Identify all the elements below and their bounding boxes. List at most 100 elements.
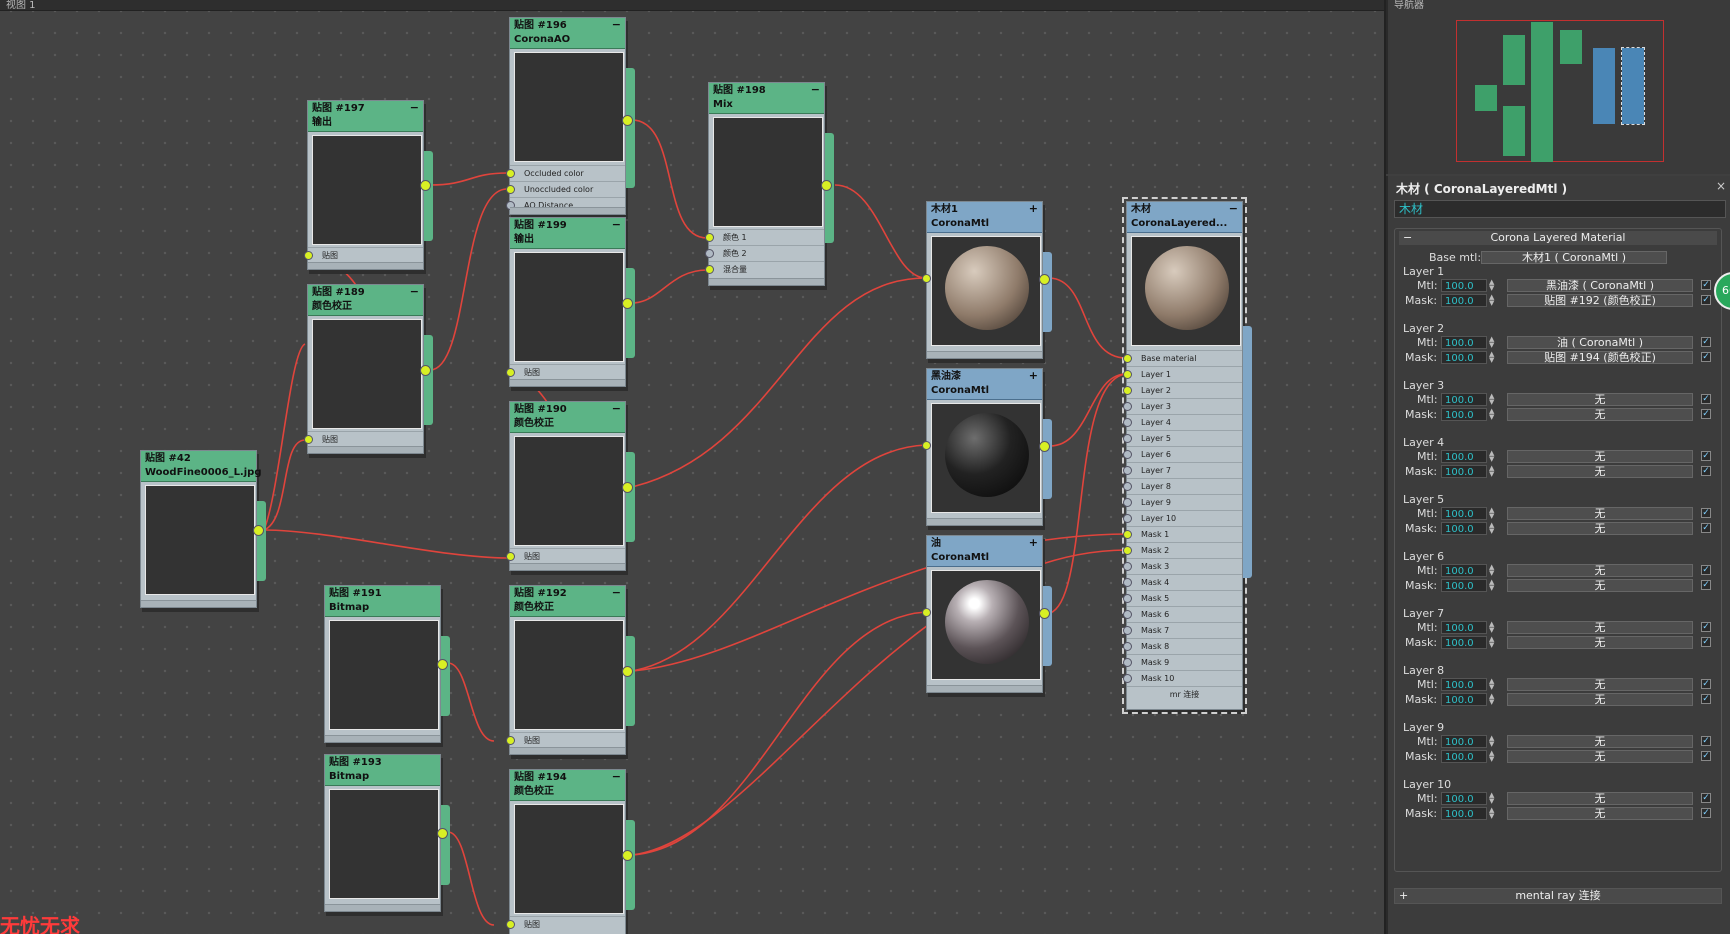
spinner-arrows[interactable]: ▲ ▼: [1489, 807, 1497, 820]
input-slot-layer[interactable]: Layer 9: [1123, 494, 1242, 510]
output-socket[interactable]: [622, 298, 633, 309]
layer-mtl-amount[interactable]: 100.0: [1441, 678, 1487, 691]
collapse-button[interactable]: −: [612, 218, 621, 232]
spinner-arrows[interactable]: ▲ ▼: [1489, 393, 1497, 406]
node-header[interactable]: 贴图 #194 颜色校正 −: [510, 770, 625, 801]
layer-mtl-checkbox[interactable]: ✓: [1701, 793, 1711, 803]
layer-mask-button[interactable]: 无: [1507, 807, 1693, 820]
layer-mtl-button[interactable]: 无: [1507, 678, 1693, 691]
node-header[interactable]: 贴图 #189 颜色校正 −: [308, 285, 423, 316]
layer-mtl-checkbox[interactable]: ✓: [1701, 508, 1711, 518]
output-socket[interactable]: [622, 115, 633, 126]
layer-mask-amount[interactable]: 100.0: [1441, 693, 1487, 706]
layer-mask-checkbox[interactable]: ✓: [1701, 523, 1711, 533]
input-slot[interactable]: 贴图: [506, 916, 625, 932]
spinner-arrows[interactable]: ▲ ▼: [1489, 522, 1497, 535]
output-socket[interactable]: [253, 525, 264, 536]
node-header[interactable]: 黑油漆 CoronaMtl +: [927, 369, 1042, 400]
input-slot[interactable]: 颜色 1: [705, 229, 824, 245]
spinner-arrows[interactable]: ▲ ▼: [1489, 735, 1497, 748]
input-slot-mask[interactable]: Mask 3: [1123, 558, 1242, 574]
layer-mask-button[interactable]: 无: [1507, 522, 1693, 535]
input-slot-layer[interactable]: Layer 10: [1123, 510, 1242, 526]
spinner-arrows[interactable]: ▲ ▼: [1489, 351, 1497, 364]
layered-material-node[interactable]: 木材 CoronaLayered... − Base material Layer …: [1122, 197, 1252, 714]
node-header[interactable]: 贴图 #193 Bitmap: [325, 755, 440, 786]
layer-mask-checkbox[interactable]: ✓: [1701, 808, 1711, 818]
layer-mask-button[interactable]: 无: [1507, 408, 1693, 421]
input-slot-mask[interactable]: Mask 5: [1123, 590, 1242, 606]
spinner-arrows[interactable]: ▲ ▼: [1489, 564, 1497, 577]
output-socket[interactable]: [420, 180, 431, 191]
layer-mask-amount[interactable]: 100.0: [1441, 351, 1487, 364]
output-socket[interactable]: [420, 365, 431, 376]
layer-mtl-amount[interactable]: 100.0: [1441, 621, 1487, 634]
layer-mask-checkbox[interactable]: ✓: [1701, 295, 1711, 305]
input-slot-base[interactable]: Base material: [1123, 350, 1242, 366]
mr-connection-slot[interactable]: mr 连接: [1127, 686, 1242, 702]
output-socket[interactable]: [622, 850, 633, 861]
input-socket[interactable]: [922, 441, 931, 450]
layer-mask-amount[interactable]: 100.0: [1441, 636, 1487, 649]
material-node-wood1[interactable]: 木材1 CoronaMtl +: [922, 201, 1052, 359]
spinner-arrows[interactable]: ▲ ▼: [1489, 636, 1497, 649]
collapse-button[interactable]: −: [612, 770, 621, 784]
navigator-panel[interactable]: 导航器: [1386, 0, 1730, 174]
input-slot-layer[interactable]: Layer 5: [1123, 430, 1242, 446]
map-node-190[interactable]: 贴图 #190 颜色校正 − 贴图: [506, 401, 635, 571]
layer-mtl-checkbox[interactable]: ✓: [1701, 679, 1711, 689]
input-socket[interactable]: [922, 608, 931, 617]
spinner-arrows[interactable]: ▲ ▼: [1489, 279, 1497, 292]
layer-mtl-checkbox[interactable]: ✓: [1701, 394, 1711, 404]
node-header[interactable]: 贴图 #192 颜色校正 −: [510, 586, 625, 617]
layer-mask-amount[interactable]: 100.0: [1441, 807, 1487, 820]
layer-mtl-checkbox[interactable]: ✓: [1701, 337, 1711, 347]
collapse-button[interactable]: −: [612, 402, 621, 416]
spinner-arrows[interactable]: ▲ ▼: [1489, 621, 1497, 634]
input-slot[interactable]: 颜色 2: [705, 245, 824, 261]
input-slot-mask[interactable]: Mask 10: [1123, 670, 1242, 686]
input-slot-layer[interactable]: Layer 4: [1123, 414, 1242, 430]
input-slot-layer[interactable]: Layer 6: [1123, 446, 1242, 462]
node-header[interactable]: 油 CoronaMtl +: [927, 536, 1042, 567]
node-header[interactable]: 贴图 #190 颜色校正 −: [510, 402, 625, 433]
input-slot-mask[interactable]: Mask 1: [1123, 526, 1242, 542]
input-slot[interactable]: Occluded color: [506, 165, 625, 181]
input-socket[interactable]: [922, 274, 931, 283]
spinner-arrows[interactable]: ▲ ▼: [1489, 507, 1497, 520]
spinner-arrows[interactable]: ▲ ▼: [1489, 750, 1497, 763]
spinner-arrows[interactable]: ▲ ▼: [1489, 465, 1497, 478]
map-node-198[interactable]: 贴图 #198 Mix − 颜色 1 颜色 2 混合量: [705, 82, 834, 286]
output-socket[interactable]: [821, 180, 832, 191]
input-slot-mask[interactable]: Mask 6: [1123, 606, 1242, 622]
layer-mtl-amount[interactable]: 100.0: [1441, 564, 1487, 577]
layer-mask-button[interactable]: 无: [1507, 636, 1693, 649]
output-socket[interactable]: [1039, 274, 1050, 285]
layer-mask-amount[interactable]: 100.0: [1441, 465, 1487, 478]
layer-mtl-button[interactable]: 无: [1507, 564, 1693, 577]
output-socket[interactable]: [1039, 608, 1050, 619]
input-slot[interactable]: 贴图: [304, 431, 423, 447]
output-socket[interactable]: [622, 482, 633, 493]
layer-mtl-amount[interactable]: 100.0: [1441, 450, 1487, 463]
layer-mtl-button[interactable]: 黑油漆 ( CoronaMtl ): [1507, 279, 1693, 292]
material-name-field[interactable]: 木材: [1394, 200, 1726, 218]
input-slot[interactable]: Unoccluded color: [506, 181, 625, 197]
input-slot-layer[interactable]: Layer 2: [1123, 382, 1242, 398]
expand-icon[interactable]: +: [1399, 889, 1408, 903]
collapse-button[interactable]: −: [410, 101, 419, 115]
node-header[interactable]: 贴图 #197 输出 −: [308, 101, 423, 132]
input-slot[interactable]: 混合量: [705, 261, 824, 277]
input-slot[interactable]: 贴图: [506, 364, 625, 380]
layer-mask-checkbox[interactable]: ✓: [1701, 352, 1711, 362]
layer-mtl-checkbox[interactable]: ✓: [1701, 736, 1711, 746]
base-mtl-button[interactable]: 木材1 ( CoronaMtl ): [1481, 251, 1667, 264]
layer-mask-button[interactable]: 无: [1507, 579, 1693, 592]
output-socket[interactable]: [622, 666, 633, 677]
input-slot-mask[interactable]: Mask 7: [1123, 622, 1242, 638]
layer-mtl-button[interactable]: 无: [1507, 393, 1693, 406]
node-view[interactable]: 视图 1 贴图 #196 CoronaAO − Occluded color Uno…: [0, 0, 1384, 934]
output-socket[interactable]: [1039, 441, 1050, 452]
output-socket[interactable]: [437, 828, 448, 839]
layer-mtl-amount[interactable]: 100.0: [1441, 279, 1487, 292]
